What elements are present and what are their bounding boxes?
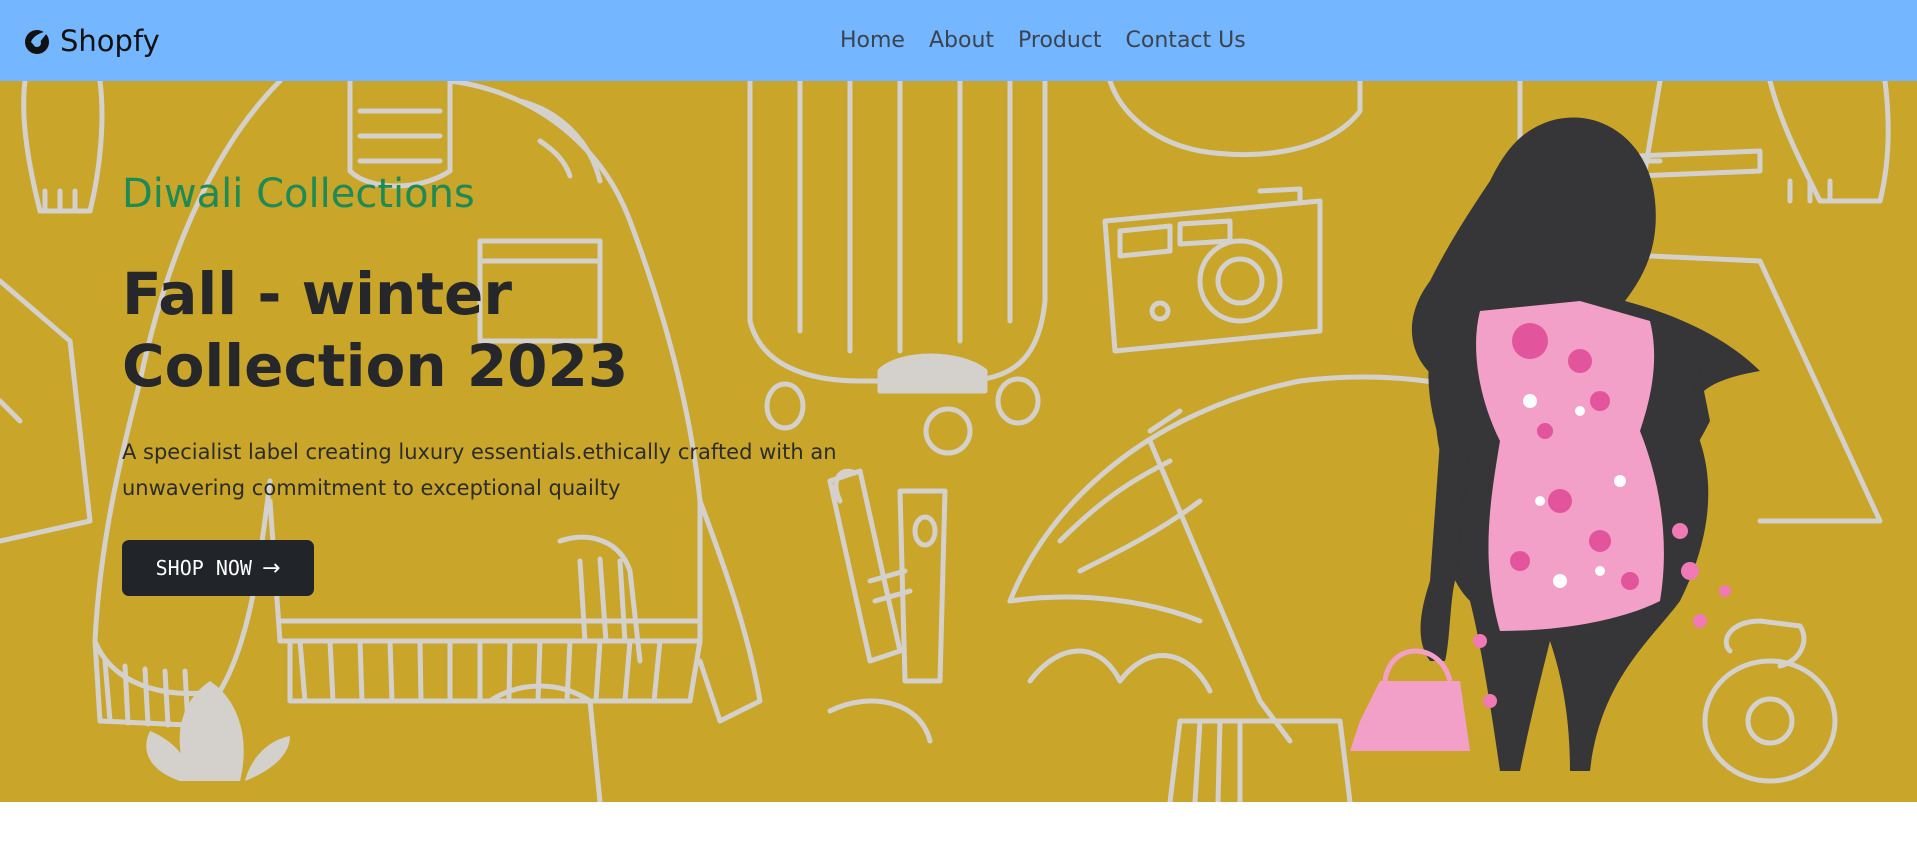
hero-description: A specialist label creating luxury essen… (122, 440, 837, 500)
arrow-right-icon: → (261, 555, 281, 581)
hero-title-line1: Fall - winter (122, 260, 512, 328)
hero-subtitle: Diwali Collections (122, 171, 475, 217)
hero-section: Diwali Collections Fall - winter Collect… (0, 81, 1917, 802)
nav-product[interactable]: Product (1006, 26, 1114, 56)
nav-home[interactable]: Home (828, 26, 917, 56)
nav-about[interactable]: About (917, 26, 1006, 56)
navbar: Shopfy Home About Product Contact Us (0, 0, 1917, 81)
hero-title: Fall - winter Collection 2023 (122, 258, 842, 402)
bird-logo-icon (25, 30, 50, 54)
nav-links: Home About Product Contact Us (828, 26, 1258, 56)
nav-contact-us[interactable]: Contact Us (1114, 26, 1258, 56)
brand-link[interactable]: Shopfy (22, 22, 160, 60)
hero-title-line2: Collection 2023 (122, 332, 629, 400)
brand-name: Shopfy (60, 24, 160, 58)
shop-now-button[interactable]: SHOP NOW → (122, 540, 314, 596)
shop-now-label: SHOP NOW (155, 556, 252, 580)
